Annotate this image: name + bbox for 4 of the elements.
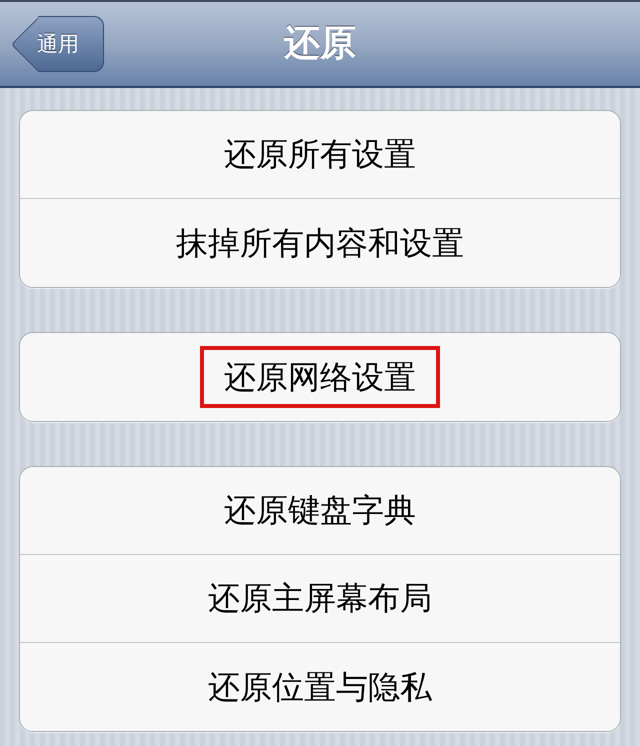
- nav-title: 还原: [284, 26, 356, 62]
- reset-option[interactable]: 还原键盘字典: [20, 467, 620, 555]
- reset-option[interactable]: 还原网络设置: [20, 333, 620, 421]
- reset-option[interactable]: 还原所有设置: [20, 111, 620, 199]
